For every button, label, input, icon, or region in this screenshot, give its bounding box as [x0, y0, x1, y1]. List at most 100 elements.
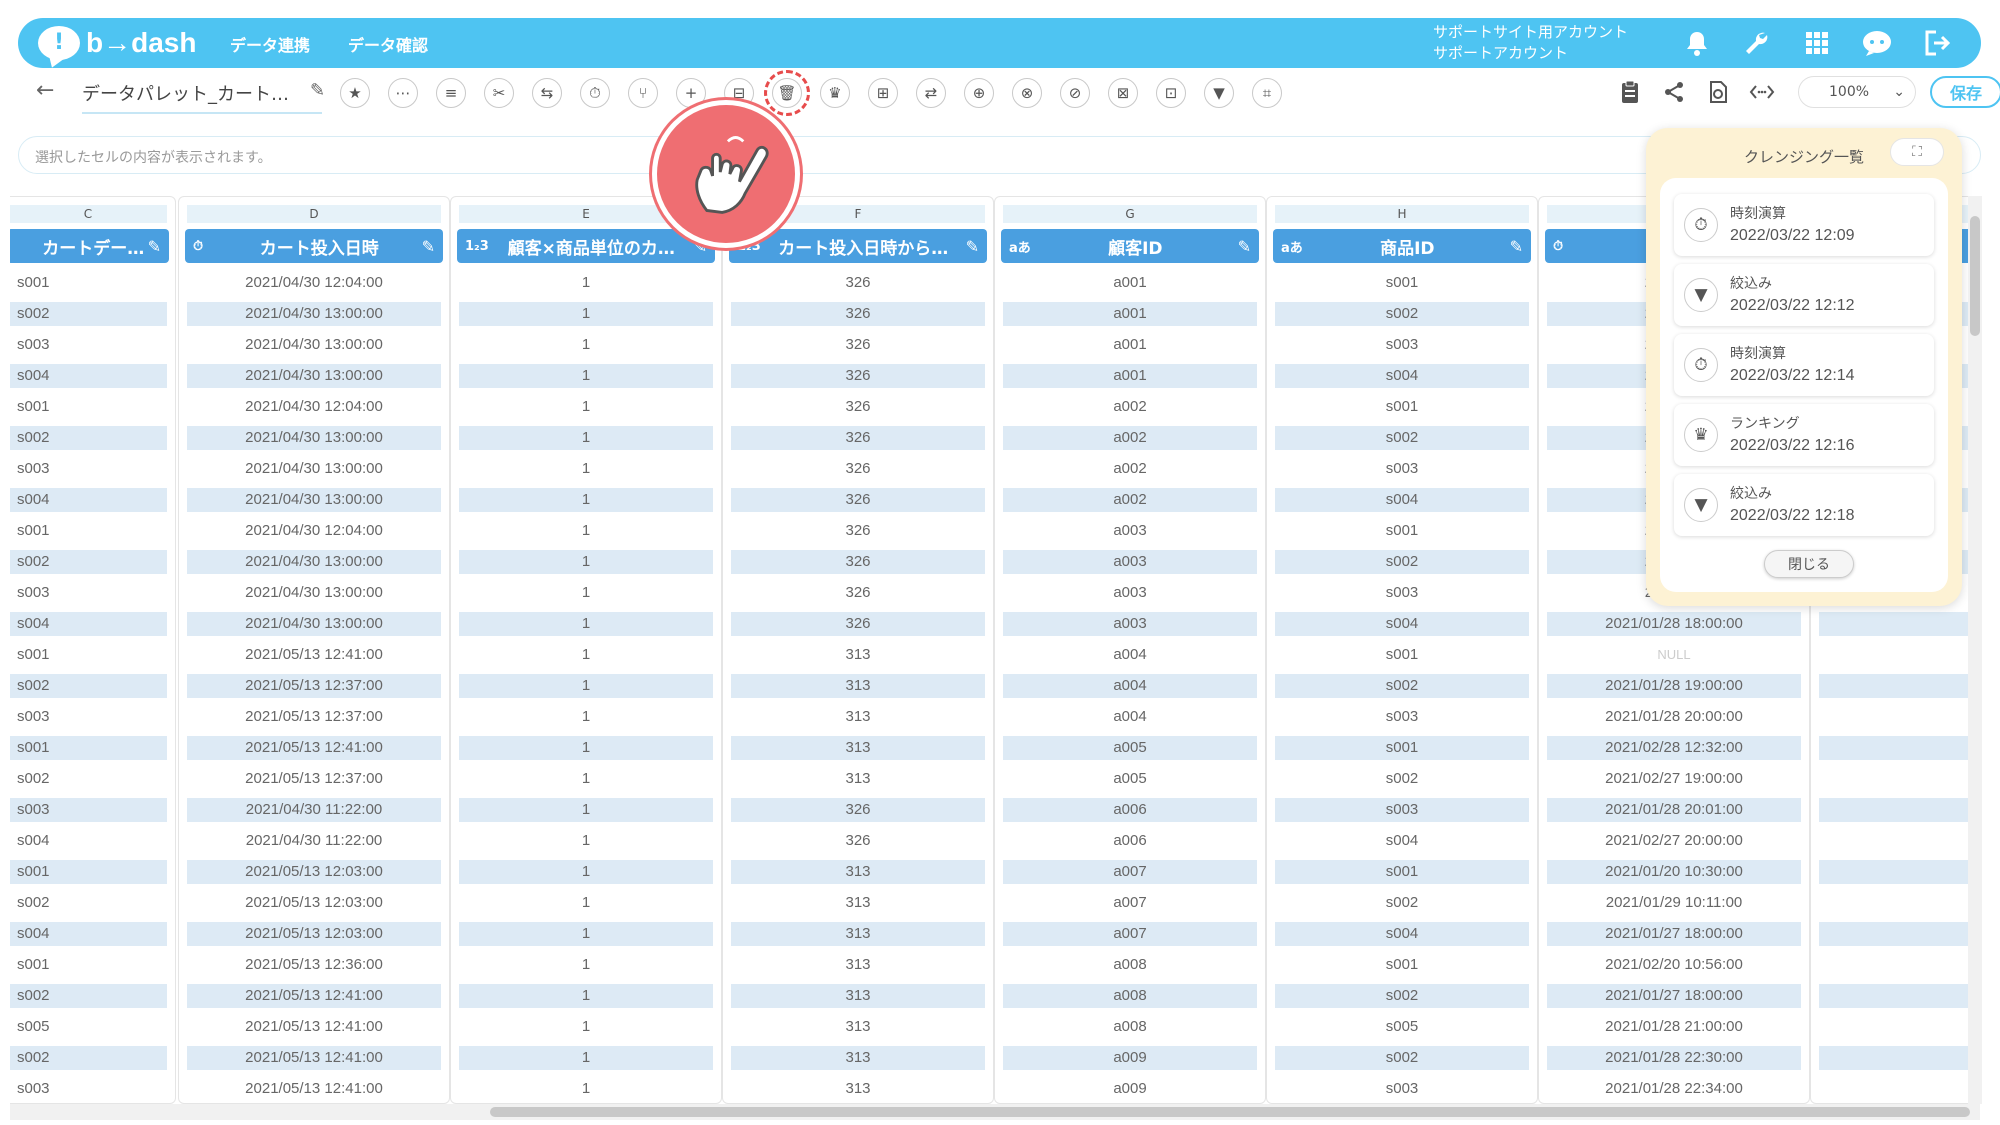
- table-cell[interactable]: 2021/04/30 11:22:00: [187, 829, 441, 853]
- table-cell[interactable]: 2021/02/28 12:32:00: [1547, 736, 1801, 760]
- table-cell[interactable]: 326: [731, 612, 985, 636]
- table-cell[interactable]: 2021/05/13 12:37:00: [187, 674, 441, 698]
- table-cell[interactable]: a001: [1003, 271, 1257, 295]
- table-cell[interactable]: 2021/02/20 10:56:00: [1547, 953, 1801, 977]
- table-cell[interactable]: s004: [10, 364, 167, 388]
- ranking-icon[interactable]: ♛: [820, 78, 850, 108]
- edit-column-icon[interactable]: ✎: [422, 237, 435, 256]
- vertical-scrollbar[interactable]: [1968, 196, 1982, 1104]
- share-icon[interactable]: [1658, 76, 1690, 108]
- column-header[interactable]: aあ 顧客ID ✎: [1001, 229, 1259, 263]
- table-cell[interactable]: s001: [10, 736, 167, 760]
- zoom-select[interactable]: 100% ⌄: [1798, 76, 1916, 108]
- table-cell[interactable]: 2021/04/30 13:00:00: [187, 612, 441, 636]
- table-cell[interactable]: 2021/01/28 18:00:00: [1547, 612, 1801, 636]
- table-cell[interactable]: s002: [10, 674, 167, 698]
- table-cell[interactable]: s001: [1275, 643, 1529, 667]
- table-cell[interactable]: 2021/01/27 18:00:00: [1547, 922, 1801, 946]
- table-cell[interactable]: 1: [459, 1046, 713, 1070]
- expand-panel-button[interactable]: ⛶: [1890, 138, 1944, 166]
- table-cell[interactable]: a009: [1003, 1077, 1257, 1101]
- table-cell[interactable]: s002: [10, 302, 167, 326]
- table-cell[interactable]: 9136980: [1819, 922, 1980, 946]
- table-cell[interactable]: s003: [10, 705, 167, 729]
- table-cell[interactable]: 6394140: [1819, 736, 1980, 760]
- table-cell[interactable]: 313: [731, 1046, 985, 1070]
- table-cell[interactable]: 1: [459, 1077, 713, 1101]
- table-cell[interactable]: s002: [1275, 767, 1529, 791]
- table-cell[interactable]: 1: [459, 612, 713, 636]
- column-header[interactable]: ⏱ カート投入日時 ✎: [185, 229, 443, 263]
- table-cell[interactable]: s001: [1275, 736, 1529, 760]
- table-cell[interactable]: a002: [1003, 488, 1257, 512]
- table-cell[interactable]: s002: [10, 1046, 167, 1070]
- table-cell[interactable]: s001: [10, 860, 167, 884]
- table-cell[interactable]: 1: [459, 736, 713, 760]
- table-cell[interactable]: s003: [10, 581, 167, 605]
- pattern-icon[interactable]: ⌗: [1252, 78, 1282, 108]
- table-cell[interactable]: 326: [731, 302, 985, 326]
- table-cell[interactable]: s001: [1275, 395, 1529, 419]
- edit-column-icon[interactable]: ✎: [966, 237, 979, 256]
- table-cell[interactable]: 2021/05/13 12:36:00: [187, 953, 441, 977]
- table-cell[interactable]: s003: [1275, 1077, 1529, 1101]
- column-header[interactable]: 1₂3 顧客×商品単位のカ… ✎: [457, 229, 715, 263]
- table-cell[interactable]: 2021/04/30 13:00:00: [187, 364, 441, 388]
- palette-name[interactable]: データパレット_カート…: [82, 80, 322, 114]
- table-cell[interactable]: a001: [1003, 302, 1257, 326]
- table-cell[interactable]: a001: [1003, 333, 1257, 357]
- table-cell[interactable]: 7930800: [1819, 612, 1980, 636]
- table-cell[interactable]: s002: [1275, 302, 1529, 326]
- table-cell[interactable]: a001: [1003, 364, 1257, 388]
- lock-icon[interactable]: ⊕: [964, 78, 994, 108]
- table-cell[interactable]: a003: [1003, 612, 1257, 636]
- table-cell[interactable]: 326: [731, 271, 985, 295]
- table-cell[interactable]: 313: [731, 860, 985, 884]
- table-cell[interactable]: s002: [10, 550, 167, 574]
- table-cell[interactable]: s002: [10, 426, 167, 450]
- table-cell[interactable]: 1: [459, 984, 713, 1008]
- table-cell[interactable]: 1: [459, 953, 713, 977]
- table-cell[interactable]: 313: [731, 674, 985, 698]
- table-cell[interactable]: s004: [1275, 829, 1529, 853]
- table-cell[interactable]: 2021/01/28 21:00:00: [1547, 1015, 1801, 1039]
- delete-icon[interactable]: 🗑: [764, 70, 810, 116]
- table-cell[interactable]: 2021/04/30 13:00:00: [187, 426, 441, 450]
- table-cell[interactable]: 2021/04/30 13:00:00: [187, 457, 441, 481]
- bell-icon[interactable]: [1678, 24, 1716, 62]
- branch-icon[interactable]: ⑂: [628, 78, 658, 108]
- table-cell[interactable]: 9768780: [1819, 860, 1980, 884]
- table-cell[interactable]: 1: [459, 891, 713, 915]
- table-cell[interactable]: 2021/02/27 19:00:00: [1547, 767, 1801, 791]
- table-cell[interactable]: a004: [1003, 674, 1257, 698]
- table-cell[interactable]: 2021/04/30 13:00:00: [187, 333, 441, 357]
- table-cell[interactable]: a002: [1003, 457, 1257, 481]
- wrench-icon[interactable]: [1738, 24, 1776, 62]
- table-cell[interactable]: 2021/05/13 12:41:00: [187, 736, 441, 760]
- table-cell[interactable]: 1: [459, 426, 713, 450]
- frame-icon[interactable]: ⊡: [1156, 78, 1186, 108]
- table-cell[interactable]: s004: [1275, 488, 1529, 512]
- table-cell[interactable]: 1: [459, 643, 713, 667]
- table-cell[interactable]: a008: [1003, 1015, 1257, 1039]
- table-cell[interactable]: a007: [1003, 922, 1257, 946]
- cleansing-item[interactable]: ▼ 絞込み 2022/03/22 12:12: [1674, 264, 1934, 326]
- table-cell[interactable]: 1: [459, 829, 713, 853]
- table-cell[interactable]: s005: [10, 1015, 167, 1039]
- table-cell[interactable]: s004: [1275, 922, 1529, 946]
- table-cell[interactable]: 2021/05/13 12:37:00: [187, 705, 441, 729]
- table-cell[interactable]: 5325720: [1819, 829, 1980, 853]
- logo[interactable]: ! b→dash: [38, 24, 196, 62]
- table-cell[interactable]: s002: [10, 984, 167, 1008]
- table-cell[interactable]: a002: [1003, 395, 1257, 419]
- table-cell[interactable]: 313: [731, 1015, 985, 1039]
- table-cell[interactable]: s001: [10, 953, 167, 977]
- table-cell[interactable]: 2021/05/13 12:03:00: [187, 922, 441, 946]
- cleansing-item[interactable]: ⏱ 時刻演算 2022/03/22 12:14: [1674, 334, 1934, 396]
- table-cell[interactable]: 1: [459, 364, 713, 388]
- table-cell[interactable]: 326: [731, 550, 985, 574]
- table-cell[interactable]: a008: [1003, 953, 1257, 977]
- table-cell[interactable]: 2021/01/28 19:00:00: [1547, 674, 1801, 698]
- table-cell[interactable]: 1: [459, 333, 713, 357]
- table-cell[interactable]: 2021/04/30 13:00:00: [187, 488, 441, 512]
